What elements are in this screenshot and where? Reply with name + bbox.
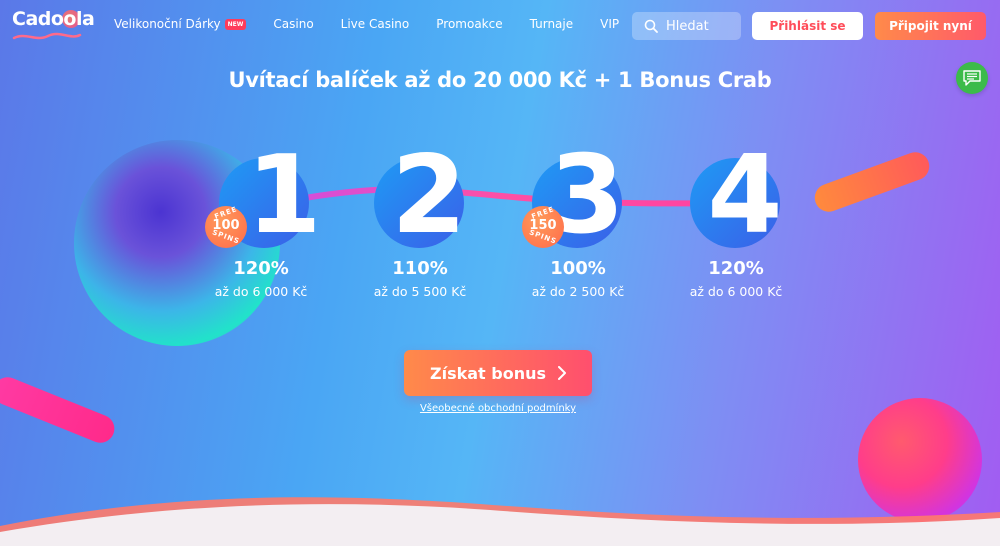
step-number: 2 (391, 133, 467, 258)
step-subtext: až do 6 000 Kč (689, 284, 783, 299)
nav-item-label: Velikonoční Dárky (114, 17, 221, 31)
step-percent: 100% (550, 258, 606, 279)
logo[interactable]: Cadoola (12, 6, 95, 46)
chevron-right-icon (558, 366, 566, 380)
free-spins-badge: FREE 100 SPINS (205, 205, 247, 248)
get-bonus-button[interactable]: Získat bonus (404, 350, 592, 396)
nav-item-label: Promoakce (436, 17, 503, 31)
nav-item-label: Casino (273, 17, 314, 31)
logo-text: Cadoola (12, 8, 95, 30)
login-button[interactable]: Přihlásit se (752, 12, 863, 40)
nav-item-casino[interactable]: Casino (273, 17, 313, 31)
decorative-bottom-wave (0, 497, 1000, 546)
new-badge: NEW (224, 18, 247, 30)
main-nav: Velikonoční Dárky NEW Casino Live Casino… (114, 17, 646, 31)
join-button[interactable]: Připojit nyní (875, 12, 986, 40)
step-number: 4 (707, 133, 783, 258)
nav-item-label: Live Casino (340, 17, 410, 31)
logo-swoosh-icon (12, 32, 82, 40)
nav-item-label: Turnaje (529, 17, 574, 31)
nav-item-easter-gifts[interactable]: Velikonoční Dárky NEW (114, 17, 247, 31)
step-percent: 120% (708, 258, 764, 279)
cta-label: Získat bonus (429, 363, 546, 383)
nav-item-vip[interactable]: VIP (600, 17, 619, 31)
step-percent: 120% (233, 258, 289, 279)
step-percent: 110% (392, 258, 448, 279)
page-headline: Uvítací balíček až do 20 000 Kč + 1 Bonu… (228, 68, 772, 92)
step-subtext: až do 2 500 Kč (531, 284, 625, 299)
nav-item-tournaments[interactable]: Turnaje (530, 17, 574, 31)
decorative-bar-right (810, 148, 934, 216)
top-header: Cadoola Velikonoční Dárky NEW Casino Liv… (0, 0, 1000, 52)
step-subtext: až do 5 500 Kč (373, 284, 467, 299)
nav-item-label: VIP (600, 17, 620, 31)
search-icon (644, 19, 658, 33)
search-input[interactable]: Hledat (632, 12, 741, 40)
step-subtext: až do 6 000 Kč (214, 284, 308, 299)
nav-item-promotions[interactable]: Promoakce (436, 17, 502, 31)
free-spins-badge: FREE 150 SPINS (522, 205, 564, 248)
nav-item-live-casino[interactable]: Live Casino (341, 17, 410, 31)
terms-link[interactable]: Všeobecné obchodní podmínky (0, 403, 996, 414)
search-placeholder: Hledat (666, 18, 709, 34)
